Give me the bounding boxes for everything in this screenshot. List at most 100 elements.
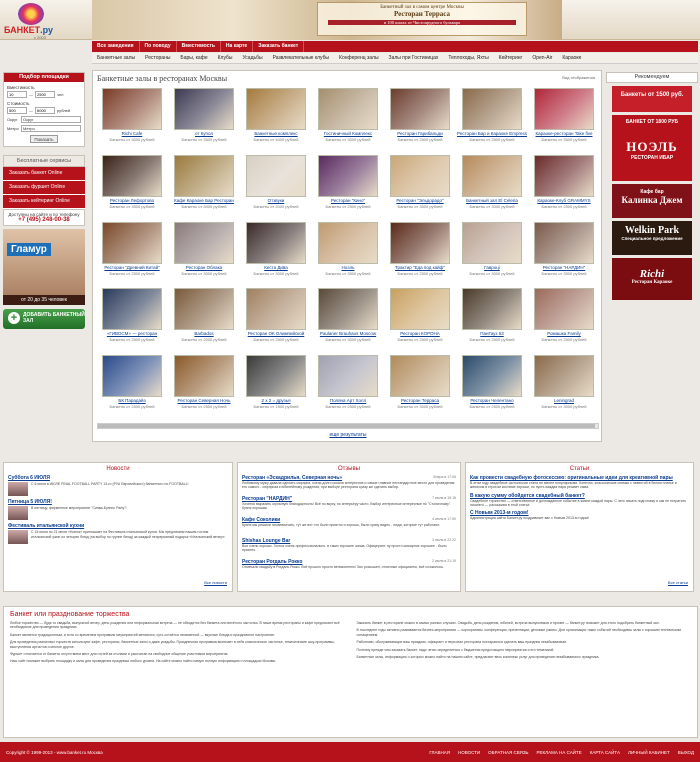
- news-image[interactable]: [8, 482, 28, 496]
- venue-photo[interactable]: [534, 288, 594, 331]
- venue-photo[interactable]: [462, 221, 522, 264]
- venue-card[interactable]: Ресторан "НАРДИН" Банкеты от 3500 рублей: [529, 221, 599, 288]
- footer-link[interactable]: КАРТА САЙТА: [590, 750, 620, 755]
- venue-card[interactable]: Barbados Банкеты от 2000 рублей: [169, 288, 239, 354]
- capacity-from-input[interactable]: [7, 91, 27, 98]
- more-results-link[interactable]: еще результаты: [93, 432, 603, 438]
- venue-name[interactable]: Ресторан "Древний Китай": [97, 265, 167, 271]
- venue-photo[interactable]: [462, 355, 522, 398]
- venue-card[interactable]: Ромашка Family Банкеты от 2500 рублей: [529, 288, 599, 354]
- venue-photo[interactable]: [534, 154, 594, 197]
- venue-card[interactable]: Кафе Караоке Бар Ресторан Банкетный зал …: [169, 154, 239, 221]
- venue-card[interactable]: Ресторан КОРОНА Банкеты от 2500 рублей: [385, 288, 455, 354]
- venue-photo[interactable]: [318, 288, 378, 331]
- service-banket-online[interactable]: Заказать банкет Online: [3, 167, 85, 181]
- venue-photo[interactable]: [174, 221, 234, 264]
- venue-photo[interactable]: [462, 88, 522, 130]
- venue-photo[interactable]: [462, 288, 522, 331]
- category-item[interactable]: Караоке: [557, 53, 586, 63]
- venue-photo[interactable]: [390, 221, 450, 264]
- footer-link[interactable]: ВЫХОД: [678, 750, 694, 755]
- category-item[interactable]: Open-Air: [527, 53, 557, 63]
- venue-photo[interactable]: [102, 221, 162, 264]
- horizontal-scrollbar[interactable]: [97, 423, 599, 429]
- venue-photo[interactable]: [534, 355, 594, 398]
- venue-card[interactable]: ПанГауз 53 Банкеты от 2500 рублей: [457, 288, 527, 354]
- venue-card[interactable]: Leningrad Банкеты от 3000 рублей: [529, 355, 599, 421]
- topnav-item[interactable]: Все заведения: [92, 41, 140, 52]
- venue-card[interactable]: Ресторан "Эльдорадо" Банкеты от 3500 рубл…: [385, 154, 455, 221]
- venue-photo[interactable]: [534, 221, 594, 264]
- service-catering-online[interactable]: Заказать кейтеринг Online: [3, 195, 85, 209]
- footer-link[interactable]: ГЛАВНАЯ: [429, 750, 450, 755]
- venue-photo[interactable]: [174, 88, 234, 130]
- venue-card[interactable]: Ресторан Бар и Караоке Empress HallБанке…: [457, 88, 527, 154]
- scrollbar-thumb[interactable]: [98, 424, 595, 428]
- topnav-item[interactable]: По поводу: [140, 41, 177, 52]
- ad-banket-1500[interactable]: Банкеты от 1500 руб.: [612, 86, 692, 112]
- footer-link[interactable]: ЛИЧНЫЙ КАБИНЕТ: [628, 750, 670, 755]
- venue-card[interactable]: 2 х 2 = друзья Банкеты от 1500 рублей: [241, 355, 311, 421]
- category-item[interactable]: Кейтеринг: [494, 53, 528, 63]
- venue-photo[interactable]: [102, 154, 162, 197]
- header-ad[interactable]: Банкетный зал в самом центре Москвы Рест…: [317, 2, 527, 36]
- category-item[interactable]: Рестораны: [140, 53, 175, 63]
- category-item[interactable]: Усадьбы: [237, 53, 267, 63]
- glamour-ad[interactable]: Гламур от 20 до 35 человек: [3, 229, 85, 305]
- add-hall-button[interactable]: + ДОБАВИТЬ БАНКЕТНЫЙ ЗАЛ: [3, 309, 85, 329]
- ad-kalinka[interactable]: Кафе бар Калинка Джем: [612, 184, 692, 218]
- venue-card[interactable]: Paulaner Brauhaus Moscow PaveletskiyБанк…: [313, 288, 383, 354]
- category-item[interactable]: Конференц залы: [334, 53, 384, 63]
- venue-card[interactable]: Банкетный зал El Celeria Банкеты от 3000 …: [457, 154, 527, 221]
- category-item[interactable]: Развлекательные клубы: [268, 53, 334, 63]
- venue-photo[interactable]: [102, 88, 162, 130]
- venue-card[interactable]: Гостиничный Комплекс «Вологда»Банкеты от…: [313, 88, 383, 154]
- venue-card[interactable]: Ресторан Челентано Банкеты от 2500 рублей: [457, 355, 527, 421]
- all-articles-link[interactable]: Все статьи: [668, 580, 688, 585]
- venue-photo[interactable]: [318, 88, 378, 130]
- ad-noel[interactable]: БАНКЕТ ОТ 1800 РУБ НОЭЛЬ РЕСТОРАН ИБАР: [612, 115, 692, 181]
- contact-phone[interactable]: +7 (495) 248-00-38: [6, 217, 82, 223]
- category-item[interactable]: Банкетные залы: [92, 53, 140, 63]
- venue-card[interactable]: Ресторан ОК Олимпийской ДеревниБанкеты о…: [241, 288, 311, 354]
- venue-photo[interactable]: [246, 154, 306, 197]
- venue-photo[interactable]: [318, 355, 378, 398]
- venue-photo[interactable]: [318, 154, 378, 197]
- venue-name[interactable]: Банкетный зал El Celeria: [457, 198, 527, 204]
- venue-photo[interactable]: [390, 88, 450, 130]
- venue-photo[interactable]: [174, 288, 234, 331]
- district-select[interactable]: Округ: [21, 116, 81, 123]
- service-furshet-online[interactable]: Заказать фуршет Online: [3, 181, 85, 195]
- venue-photo[interactable]: [462, 154, 522, 197]
- news-image[interactable]: [8, 506, 28, 520]
- venue-photo[interactable]: [174, 154, 234, 197]
- venue-card[interactable]: Richi Cafe Банкеты от 3000 рублей: [97, 88, 167, 154]
- news-item-title[interactable]: Суббота 6 ИЮЛЯ: [8, 475, 228, 481]
- metro-select[interactable]: Метро: [21, 125, 81, 132]
- venue-photo[interactable]: [246, 288, 306, 331]
- view-mode-label[interactable]: Вид отображения: [562, 75, 595, 80]
- venue-card[interactable]: Кеста Дива Банкеты от 3000 рублей: [241, 221, 311, 288]
- topnav-item[interactable]: Заказать банкет: [253, 41, 305, 52]
- venue-card[interactable]: Караоке-ресторан Take five Банкеты от 350…: [529, 88, 599, 154]
- venue-card[interactable]: Ресторан Облака Банкеты от 3000 рублей: [169, 221, 239, 288]
- venue-card[interactable]: Ноэль Банкеты от 3500 рублей: [313, 221, 383, 288]
- all-news-link[interactable]: Все новости: [204, 580, 227, 585]
- capacity-to-input[interactable]: [35, 91, 55, 98]
- category-item[interactable]: Клубы: [213, 53, 238, 63]
- venue-card[interactable]: Банкетные комплекс «Славянская Усадьба»Б…: [241, 88, 311, 154]
- venue-photo[interactable]: [246, 355, 306, 398]
- venue-photo[interactable]: [102, 288, 162, 331]
- footer-link[interactable]: ОБРАТНАЯ СВЯЗЬ: [488, 750, 528, 755]
- venue-name[interactable]: Караоке-Клуб GRAMMYS: [529, 198, 599, 204]
- footer-link[interactable]: РЕКЛАМА НА САЙТЕ: [537, 750, 582, 755]
- topnav-item[interactable]: Вместимость: [177, 41, 221, 52]
- venue-card[interactable]: Трактир "Еда под кайф" Банкеты от 2500 ру…: [385, 221, 455, 288]
- news-item-title[interactable]: Фестиваль итальянской кухни: [8, 523, 228, 529]
- venue-photo[interactable]: [246, 221, 306, 264]
- venue-card[interactable]: Поляна Арт Холл Банкеты от 2500 рублей: [313, 355, 383, 421]
- venue-card[interactable]: Караоке-Клуб GRAMMYS Банкеты от 2500 рубл…: [529, 154, 599, 221]
- header-photo-banner[interactable]: Банкетный зал в самом центре Москвы Рест…: [92, 0, 562, 40]
- venue-card[interactable]: Ресторан "Древний Китай" Банкеты от 2500 …: [97, 221, 167, 288]
- venue-photo[interactable]: [174, 355, 234, 398]
